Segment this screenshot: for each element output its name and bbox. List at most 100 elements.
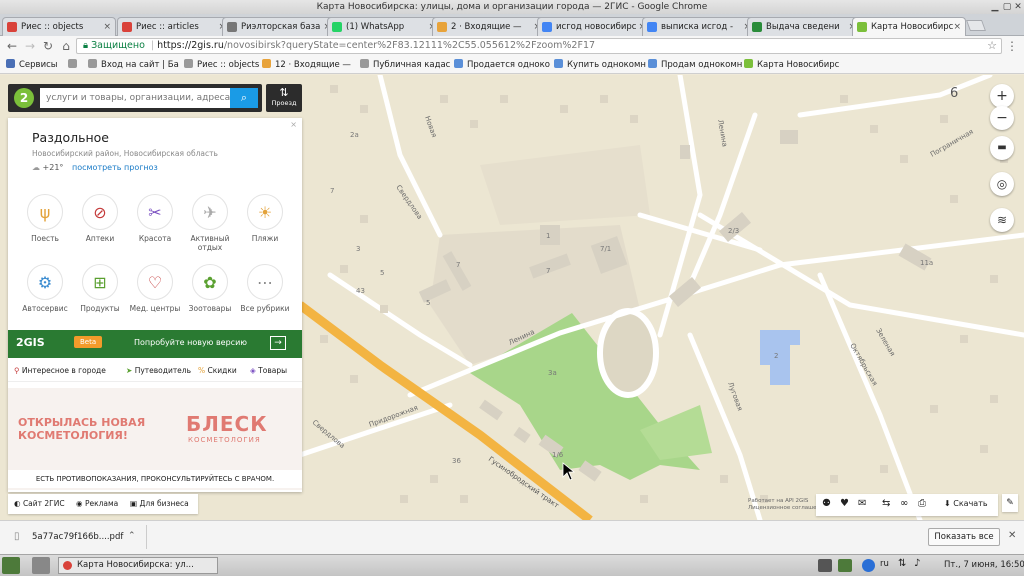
scissors-icon: ✂	[137, 194, 173, 230]
bookmark-item[interactable]: Вход на сайт | Ба	[88, 56, 179, 74]
teamviewer-icon[interactable]	[862, 559, 875, 572]
bookmark-item[interactable]: Продается одноко	[454, 56, 550, 74]
new-tab-button[interactable]	[965, 20, 987, 31]
category-groceries[interactable]: ⊞ Продукты	[70, 264, 130, 313]
promo-text: Попробуйте новую версию	[134, 338, 248, 347]
category-medical[interactable]: ♡ Мед. центры	[125, 264, 185, 313]
2gis-small-icon: ◐	[14, 499, 21, 508]
tab-4[interactable]: 2 · Входящие — ×	[432, 17, 546, 36]
bookmark-item[interactable]: 12 · Входящие —	[262, 56, 351, 74]
url-input[interactable]: 🔒︎ Защищено | https://2gis.ru/novosibirsk…	[76, 38, 1002, 54]
forecast-link[interactable]: посмотреть прогноз	[72, 163, 158, 172]
search-input[interactable]	[40, 88, 230, 108]
ruler-button[interactable]: ▬	[990, 136, 1014, 160]
route-button[interactable]: ⇅ Проезд	[266, 84, 302, 112]
plane-icon: ✈	[192, 194, 228, 230]
tab-close-icon[interactable]: ×	[953, 18, 961, 36]
footer-link-site[interactable]: ◐ Сайт 2ГИС	[14, 499, 65, 508]
volume-icon[interactable]: ♪	[914, 558, 920, 569]
category-pharmacy[interactable]: ⊘ Аптеки	[70, 194, 130, 243]
link-icon[interactable]: ∞	[900, 498, 908, 509]
footer-link-business[interactable]: ▣ Для бизнеса	[130, 499, 189, 508]
menu-icon[interactable]: ⋮	[1004, 38, 1020, 54]
tab-label: Риес :: articles	[136, 22, 199, 32]
network-icon[interactable]: ⇅	[898, 558, 906, 569]
bookmark-item[interactable]: Купить однокомн	[554, 56, 646, 74]
category-active-rest[interactable]: ✈ Активный отдых	[180, 194, 240, 252]
place-title: Раздольное	[32, 130, 110, 145]
category-eat[interactable]: ψ Поесть	[15, 194, 75, 243]
download-menu-icon[interactable]: ⌃	[128, 531, 136, 541]
category-pets[interactable]: ✿ Зоотовары	[180, 264, 240, 313]
bookmark-item[interactable]: Продам однокомн	[648, 56, 742, 74]
cloud-icon: ☁	[32, 163, 40, 172]
category-autoservice[interactable]: ⚙ Автосервис	[15, 264, 75, 313]
bookmark-item[interactable]	[68, 56, 81, 74]
back-icon[interactable]: ←	[4, 38, 20, 54]
zoom-in-button[interactable]: +	[990, 84, 1014, 108]
panel-close-icon[interactable]: ×	[290, 120, 297, 129]
calculator-icon[interactable]	[32, 557, 50, 574]
footer-link-ads[interactable]: ◉ Реклама	[76, 499, 118, 508]
heart-icon[interactable]: ♥	[840, 498, 849, 509]
category-label: Автосервис	[22, 304, 68, 313]
page-icon	[88, 59, 97, 68]
chat-icon[interactable]: ✎	[1002, 494, 1018, 512]
show-all-button[interactable]: Показать все	[928, 528, 1000, 546]
close-shelf-icon[interactable]: ✕	[1008, 530, 1016, 541]
category-all[interactable]: ⋯ Все рубрики	[235, 264, 295, 313]
home-icon[interactable]: ⌂	[58, 38, 74, 54]
nav-interesting[interactable]: ⚲ Интересное в городе	[14, 366, 106, 375]
tab-0[interactable]: Риес :: objects ×	[2, 17, 116, 36]
tab-2[interactable]: Риэлторская база×	[222, 17, 336, 36]
forward-icon[interactable]: →	[22, 38, 38, 54]
footer-link-label: Реклама	[84, 499, 119, 508]
person-icon[interactable]: ⚉	[822, 498, 831, 509]
tab-1[interactable]: Риес :: articles×	[117, 17, 231, 36]
search-button[interactable]: ⌕	[230, 88, 258, 108]
comment-icon[interactable]: ✉	[858, 498, 866, 509]
tab-5[interactable]: исгод новосибирс×	[537, 17, 651, 36]
taskbar-window-button[interactable]: Карта Новосибирска: ул...	[58, 557, 218, 574]
tab-8-active[interactable]: Карта Новосибирс ×	[852, 17, 966, 37]
reload-icon[interactable]: ↻	[40, 38, 56, 54]
tab-3[interactable]: (1) WhatsApp×	[327, 17, 441, 36]
tab-7[interactable]: Выдача сведени×	[747, 17, 861, 36]
close-icon[interactable]: ✕	[1011, 1, 1024, 13]
bookmark-star-icon[interactable]: ☆	[984, 38, 1000, 54]
print-icon[interactable]: ⎙	[918, 498, 926, 509]
nav-goods[interactable]: ◈ Товары	[250, 366, 287, 375]
nav-guide[interactable]: ➤ Путеводитель	[126, 366, 191, 375]
stethoscope-icon: ♡	[137, 264, 173, 300]
download-file-name[interactable]: 5a77ac79f166b....pdf	[32, 532, 123, 542]
tab-favicon-icon	[332, 22, 342, 32]
download-button[interactable]: ⬇ Скачать	[944, 499, 988, 508]
tab-label: исгод новосибирс	[556, 22, 637, 32]
new-version-banner[interactable]: 2GIS Beta Попробуйте новую версию →	[8, 330, 302, 358]
screen-icon[interactable]	[818, 559, 832, 572]
app-icon[interactable]	[838, 559, 852, 572]
tab-close-icon[interactable]: ×	[103, 18, 111, 36]
zoom-out-button[interactable]: −	[990, 106, 1014, 130]
keyboard-layout[interactable]: ru	[880, 559, 889, 569]
nav-discounts[interactable]: % Скидки	[198, 366, 237, 375]
bookmark-item[interactable]: Публичная кадас	[360, 56, 450, 74]
bookmark-item[interactable]: Карта Новосибирс	[744, 56, 839, 74]
house-number: 1	[546, 232, 550, 240]
2gis-logo-icon[interactable]: 2	[14, 88, 34, 108]
layers-button[interactable]: ≋	[990, 208, 1014, 232]
category-beaches[interactable]: ☀ Пляжи	[235, 194, 295, 243]
category-label: Все рубрики	[240, 304, 290, 313]
mail-icon	[262, 59, 271, 68]
tab-6[interactable]: выписка исгод -×	[642, 17, 756, 36]
start-icon[interactable]	[2, 557, 20, 574]
nav-label: Товары	[258, 366, 288, 375]
bookmark-item[interactable]: Сервисы	[6, 56, 57, 74]
category-beauty[interactable]: ✂ Красота	[125, 194, 185, 243]
locate-button[interactable]: ◎	[990, 172, 1014, 196]
house-number: 2	[774, 352, 778, 360]
bookmark-item[interactable]: Риес :: objects	[184, 56, 259, 74]
ad-banner[interactable]: ОТКРЫЛАСЬ НОВАЯ КОСМЕТОЛОГИЯ! БЛЕСК КОСМ…	[8, 388, 302, 490]
share-icon[interactable]: ⇆	[882, 498, 890, 509]
house-number: 7	[330, 187, 334, 195]
